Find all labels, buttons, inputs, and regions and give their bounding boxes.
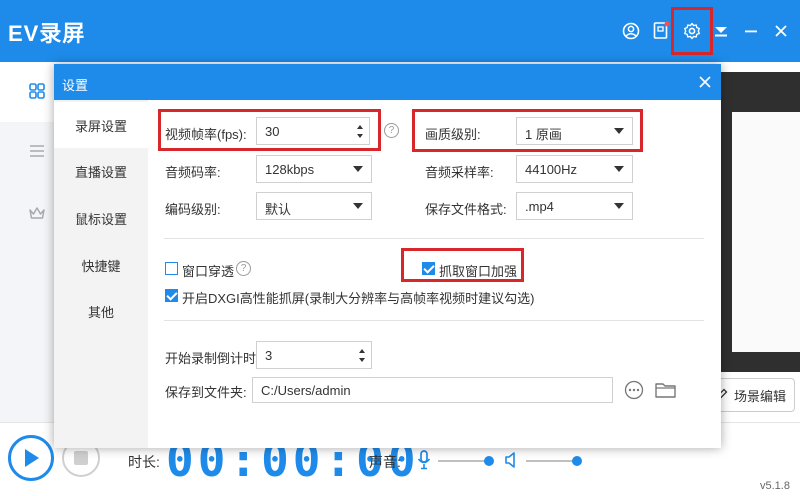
more-options-icon[interactable] — [624, 380, 644, 400]
sample-rate-select[interactable]: 44100Hz — [516, 155, 633, 183]
sound-label: 声音: — [369, 454, 401, 470]
file-format-value: .mp4 — [525, 199, 554, 214]
user-circle-icon[interactable] — [618, 18, 644, 44]
folder-icon[interactable] — [654, 380, 678, 400]
menu-icon[interactable] — [708, 18, 734, 44]
gear-highlight-box — [671, 7, 713, 55]
grid-icon[interactable] — [28, 82, 52, 106]
save-folder-input[interactable]: C:/Users/admin — [252, 377, 613, 403]
section-divider — [164, 320, 704, 321]
fps-help-icon[interactable]: ? — [384, 123, 399, 138]
app-title: EV录屏 — [8, 21, 86, 46]
microphone-volume-knob[interactable] — [484, 456, 494, 466]
microphone-icon[interactable] — [416, 449, 432, 471]
tab-live-settings[interactable]: 直播设置 — [54, 148, 148, 194]
encode-level-label: 编码级别: — [165, 202, 221, 217]
audio-bitrate-select[interactable]: 128kbps — [256, 155, 372, 183]
dialog-title: 设置 — [62, 78, 89, 93]
window-through-label: 窗口穿透 — [182, 264, 235, 279]
start-record-button[interactable] — [8, 435, 54, 481]
countdown-spin-buttons[interactable] — [353, 342, 371, 368]
list-icon[interactable] — [28, 142, 52, 166]
fps-highlight-box — [158, 109, 381, 151]
file-format-label: 保存文件格式: — [425, 202, 507, 217]
play-icon — [25, 449, 39, 467]
audio-bitrate-value: 128kbps — [265, 162, 315, 177]
speaker-volume-slider[interactable] — [526, 456, 582, 466]
save-folder-label: 保存到文件夹: — [165, 385, 247, 400]
encode-level-select[interactable]: 默认 — [256, 192, 372, 220]
quality-highlight-box — [412, 109, 643, 152]
dxgi-label: 开启DXGI高性能抓屏(录制大分辨率与高帧率视频时建议勾选) — [182, 291, 535, 306]
tab-mouse-settings[interactable]: 鼠标设置 — [54, 195, 148, 241]
dxgi-checkbox[interactable] — [165, 289, 178, 302]
app-version: v5.1.8 — [760, 480, 790, 492]
countdown-stepper[interactable]: 3 — [256, 341, 372, 369]
stop-icon — [74, 451, 88, 465]
file-format-dropdown-icon[interactable] — [606, 193, 632, 219]
window-through-checkbox[interactable] — [165, 262, 178, 275]
countdown-label: 开始录制倒计时: — [165, 351, 260, 366]
tab-other[interactable]: 其他 — [54, 288, 148, 334]
sample-rate-dropdown-icon[interactable] — [606, 156, 632, 182]
window-through-help-icon[interactable]: ? — [236, 261, 251, 276]
section-divider — [164, 238, 704, 239]
preview-thumbnail — [732, 112, 800, 352]
countdown-value: 3 — [265, 348, 273, 363]
sample-rate-value: 44100Hz — [525, 162, 578, 177]
audio-bitrate-label: 音频码率: — [165, 165, 221, 180]
microphone-volume-slider[interactable] — [438, 456, 494, 466]
capture-enhance-highlight-box — [401, 248, 524, 282]
crown-icon[interactable] — [28, 204, 52, 228]
sample-rate-label: 音频采样率: — [425, 165, 494, 180]
minimize-icon[interactable] — [738, 18, 764, 44]
encode-level-dropdown-icon[interactable] — [345, 193, 371, 219]
close-icon[interactable] — [768, 18, 794, 44]
encode-level-value: 默认 — [265, 202, 292, 217]
file-format-select[interactable]: .mp4 — [516, 192, 633, 220]
save-folder-value: C:/Users/admin — [261, 383, 351, 398]
audio-bitrate-dropdown-icon[interactable] — [345, 156, 371, 182]
tab-record-settings[interactable]: 录屏设置 — [54, 102, 148, 148]
app-titlebar: EV录屏 — [0, 0, 800, 62]
speaker-volume-knob[interactable] — [572, 456, 582, 466]
dialog-close-icon[interactable] — [695, 72, 715, 92]
scene-edit-label: 场景编辑 — [733, 388, 786, 404]
settings-dialog: 设置 录屏设置 直播设置 鼠标设置 快捷键 其他 视频帧率(fps): 30 ?… — [54, 64, 721, 448]
tab-hotkeys[interactable]: 快捷键 — [54, 242, 148, 288]
settings-sidebar: 录屏设置 直播设置 鼠标设置 快捷键 其他 — [54, 100, 148, 448]
speaker-icon[interactable] — [504, 451, 520, 469]
duration-label: 时长: — [128, 454, 160, 470]
dialog-titlebar: 设置 — [54, 64, 721, 100]
screen-preview — [720, 72, 800, 372]
